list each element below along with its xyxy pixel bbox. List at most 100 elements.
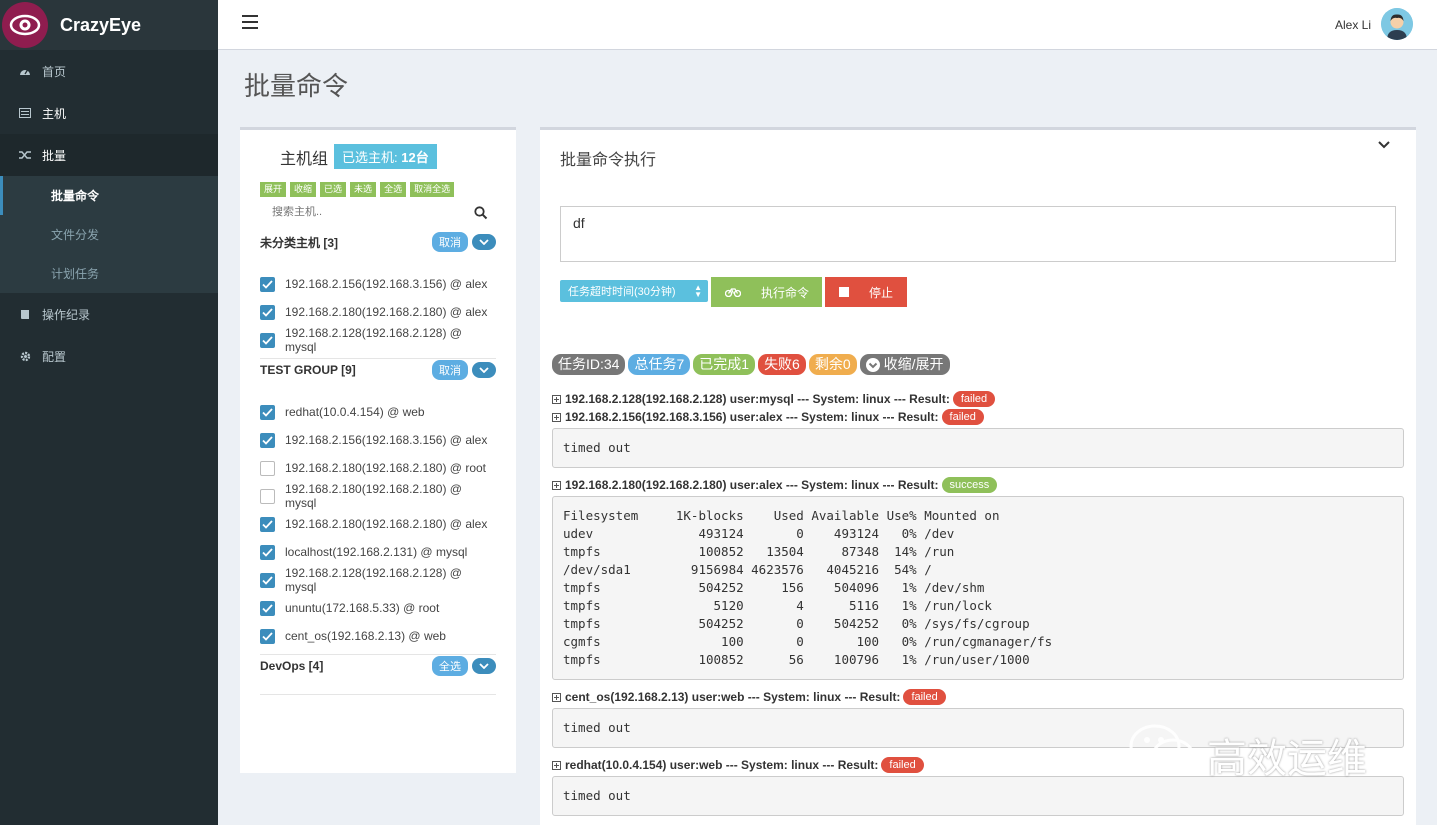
- expand-plus-icon[interactable]: [552, 692, 561, 702]
- dashboard-icon: [18, 66, 32, 76]
- expand-plus-icon[interactable]: [552, 760, 561, 770]
- submenu-scheduled-tasks[interactable]: 计划任务: [0, 254, 218, 293]
- result-header[interactable]: 192.168.2.128(192.168.2.128) user:mysql …: [552, 390, 1404, 408]
- host-group-action-button[interactable]: 全选: [432, 656, 468, 676]
- chevron-down-icon[interactable]: [472, 234, 496, 250]
- host-group-action-button[interactable]: 取消: [432, 360, 468, 380]
- command-input[interactable]: df: [560, 206, 1396, 262]
- host-group-action-button[interactable]: 取消: [432, 232, 468, 252]
- host-group-header[interactable]: 未分类主机 [3] 取消: [260, 230, 496, 254]
- host-list: 192.168.2.156(192.168.3.156) @ alex 192.1…: [260, 270, 496, 354]
- wechat-icon: [1127, 722, 1199, 788]
- host-row[interactable]: localhost(192.168.2.131) @ mysql: [260, 538, 496, 566]
- host-row[interactable]: 192.168.2.180(192.168.2.180) @ alex: [260, 298, 496, 326]
- collapse-all-button[interactable]: 收缩: [290, 182, 317, 197]
- run-command-label: 执行命令: [761, 285, 810, 300]
- host-label: 192.168.2.128(192.168.2.128) @ mysql: [284, 566, 462, 594]
- host-row[interactable]: cent_os(192.168.2.13) @ web: [260, 622, 496, 650]
- host-row[interactable]: ununtu(172.168.5.33) @ root: [260, 594, 496, 622]
- sidebar-item-home[interactable]: 首页: [0, 50, 218, 92]
- host-row[interactable]: redhat(10.0.4.154) @ web: [260, 398, 496, 426]
- host-checkbox[interactable]: [260, 544, 275, 560]
- host-checkbox[interactable]: [260, 332, 275, 348]
- avatar[interactable]: [1381, 8, 1413, 40]
- show-selected-button[interactable]: 已选: [320, 182, 347, 197]
- host-checkbox[interactable]: [260, 460, 275, 476]
- host-row[interactable]: 192.168.2.128(192.168.2.128) @ mysql: [260, 566, 496, 594]
- host-checkbox[interactable]: [260, 572, 275, 588]
- result-host-info: 192.168.2.128(192.168.2.128) user:mysql …: [565, 392, 950, 406]
- top-header: Alex Li: [218, 0, 1437, 50]
- host-label: redhat(10.0.4.154) @ web: [285, 405, 425, 419]
- sidebar-item-hosts[interactable]: 主机: [0, 92, 218, 134]
- task-stat-badge: 剩余0: [808, 354, 857, 375]
- sidebar-item-batch[interactable]: 批量: [0, 134, 218, 176]
- chevron-down-icon[interactable]: [1378, 138, 1390, 152]
- show-unselected-button[interactable]: 未选: [350, 182, 377, 197]
- expand-all-button[interactable]: 展开: [260, 182, 287, 197]
- host-label: 192.168.2.128(192.168.2.128) @ mysql: [284, 326, 462, 354]
- chevron-down-icon[interactable]: [472, 658, 496, 674]
- host-row[interactable]: 192.168.2.180(192.168.2.180) @ root: [260, 454, 496, 482]
- stop-icon: [839, 287, 849, 297]
- result-output: Filesystem 1K-blocks Used Available Use%…: [552, 496, 1404, 680]
- exec-panel-title: 批量命令执行: [560, 152, 657, 169]
- search-icon[interactable]: [474, 206, 488, 223]
- result-header[interactable]: cent_os(192.168.2.13) user:web --- Syste…: [552, 688, 1404, 706]
- host-checkbox[interactable]: [260, 628, 275, 644]
- toggle-all-results-button[interactable]: 收缩/展开: [859, 354, 950, 375]
- result-host-info: redhat(10.0.4.154) user:web --- System: …: [565, 758, 879, 772]
- timeout-select[interactable]: 任务超时时间(30分钟) ▲ ▼: [560, 280, 708, 302]
- task-stat-label: 失败6: [764, 356, 800, 372]
- host-row[interactable]: 192.168.2.180(192.168.2.180) @ alex: [260, 510, 496, 538]
- host-checkbox[interactable]: [260, 276, 275, 292]
- sidebar-item-label: 主机: [42, 106, 67, 121]
- host-checkbox[interactable]: [260, 432, 275, 448]
- task-stats: 任务ID:34 总任务7 已完成1 失败6 剩余0 收缩/展开: [552, 354, 950, 375]
- expand-plus-icon[interactable]: [552, 480, 561, 490]
- submenu-batch-command[interactable]: 批量命令: [0, 176, 218, 215]
- deselect-all-button[interactable]: 取消全选: [410, 182, 455, 197]
- run-command-button[interactable]: 执行命令: [711, 277, 822, 307]
- app-logo[interactable]: CrazyEye: [0, 0, 218, 50]
- host-label: cent_os(192.168.2.13) @ web: [285, 629, 446, 643]
- task-stat-label: 收缩/展开: [883, 356, 944, 372]
- host-checkbox[interactable]: [260, 488, 275, 504]
- host-label: 192.168.2.156(192.168.3.156) @ alex: [285, 277, 488, 291]
- submenu-file-transfer[interactable]: 文件分发: [0, 215, 218, 254]
- host-checkbox[interactable]: [260, 304, 275, 320]
- host-checkbox[interactable]: [260, 404, 275, 420]
- group-divider: [260, 694, 496, 695]
- chevron-down-icon[interactable]: [472, 362, 496, 378]
- host-group: DevOps [4] 全选: [260, 654, 496, 695]
- host-row[interactable]: 192.168.2.180(192.168.2.180) @ mysql: [260, 482, 496, 510]
- task-stat-badge: 总任务7: [628, 354, 691, 375]
- host-row[interactable]: 192.168.2.156(192.168.3.156) @ alex: [260, 426, 496, 454]
- host-checkbox[interactable]: [260, 600, 275, 616]
- host-group-name: DevOps [4]: [260, 659, 324, 673]
- host-row[interactable]: 192.168.2.128(192.168.2.128) @ mysql: [260, 326, 496, 354]
- sidebar-item-logs[interactable]: 操作纪录: [0, 293, 218, 335]
- server-icon: [18, 108, 32, 118]
- result-header[interactable]: 192.168.2.156(192.168.3.156) user:alex -…: [552, 408, 1404, 426]
- watermark-text: 高效运维: [1207, 737, 1367, 781]
- host-group: TEST GROUP [9] 取消 redhat(10.0.4.154) @ web…: [260, 358, 496, 655]
- host-group-header[interactable]: TEST GROUP [9] 取消: [260, 358, 496, 382]
- host-checkbox[interactable]: [260, 516, 275, 532]
- host-group-header[interactable]: DevOps [4] 全选: [260, 654, 496, 678]
- result-header[interactable]: 192.168.2.180(192.168.2.180) user:alex -…: [552, 476, 1404, 494]
- sidebar-item-settings[interactable]: 配置: [0, 335, 218, 377]
- user-name[interactable]: Alex Li: [1335, 18, 1371, 32]
- stop-label: 停止: [869, 285, 894, 300]
- select-all-button[interactable]: 全选: [380, 182, 407, 197]
- host-search: [260, 204, 496, 224]
- host-row[interactable]: 192.168.2.156(192.168.3.156) @ alex: [260, 270, 496, 298]
- host-tool-buttons: 展开 收缩 已选 未选 全选 取消全选: [260, 182, 455, 197]
- expand-plus-icon[interactable]: [552, 394, 561, 404]
- menu-toggle-icon[interactable]: [242, 15, 258, 29]
- stop-button[interactable]: 停止: [825, 277, 907, 307]
- timeout-select-label: 任务超时时间(30分钟): [568, 286, 676, 298]
- expand-plus-icon[interactable]: [552, 412, 561, 422]
- sidebar-item-label: 批量: [42, 148, 67, 163]
- host-search-input[interactable]: [260, 206, 460, 218]
